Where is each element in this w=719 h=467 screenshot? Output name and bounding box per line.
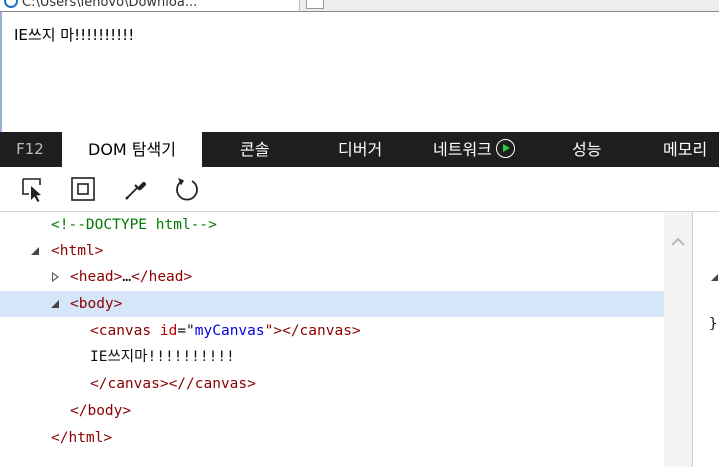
- body-open-tag: <body>: [70, 296, 123, 312]
- tree-node-head[interactable]: <head>…</head>: [0, 264, 664, 290]
- canvas-attr-name: id: [151, 323, 178, 339]
- html-open-tag: <html>: [51, 243, 104, 259]
- tree-node-canvas[interactable]: <canvas id="myCanvas"></canvas>: [0, 318, 664, 344]
- collapsed-arrow-icon[interactable]: [50, 264, 62, 290]
- styles-pane: }: [693, 212, 719, 467]
- stray-close-tags: </canvas><//canvas>: [90, 376, 256, 392]
- tree-node-body[interactable]: <body>: [0, 291, 664, 317]
- tab-debugger[interactable]: 디버거: [338, 132, 382, 167]
- tab-dom-explorer[interactable]: DOM 탐색기: [62, 132, 202, 167]
- eyedropper-icon[interactable]: [122, 175, 150, 203]
- tree-node-body-close[interactable]: </body>: [0, 398, 664, 424]
- expanded-arrow-icon[interactable]: [30, 238, 42, 264]
- doctype-text: <!--DOCTYPE html-->: [51, 217, 217, 233]
- canvas-fallback-text: IE쓰지마!!!!!!!!!!: [90, 349, 235, 365]
- ie-favicon-icon: [4, 0, 18, 8]
- tree-node-html-close[interactable]: </html>: [0, 425, 664, 451]
- html-close-tag: </html>: [51, 430, 113, 446]
- tree-node-doctype[interactable]: <!--DOCTYPE html-->: [0, 212, 664, 238]
- f12-label: F12: [16, 140, 44, 158]
- canvas-close-tag: </canvas>: [282, 323, 361, 339]
- devtools-tab-bar: F12 DOM 탐색기 콘솔 디버거 네트워크 성능 메모리: [0, 132, 719, 167]
- head-ellipsis: …: [122, 269, 132, 285]
- tree-node-text[interactable]: IE쓰지마!!!!!!!!!!: [0, 344, 664, 370]
- canvas-attr-end: ">: [264, 323, 283, 339]
- tree-node-stray-close[interactable]: </canvas><//canvas>: [0, 371, 664, 397]
- page-fallback-text: IE쓰지 마!!!!!!!!!!: [14, 26, 135, 44]
- page-viewport: IE쓰지 마!!!!!!!!!!: [0, 12, 719, 132]
- expanded-arrow-icon[interactable]: [50, 291, 62, 317]
- body-close-tag: </body>: [70, 403, 132, 419]
- select-element-icon[interactable]: [20, 175, 48, 203]
- canvas-node-text: <canvas id="myCanvas"></canvas>: [90, 318, 361, 344]
- head-open-tag: <head>: [70, 269, 123, 285]
- tab-console[interactable]: 콘솔: [240, 132, 269, 167]
- chevron-up-icon[interactable]: [670, 234, 686, 250]
- canvas-open-tag: <canvas: [90, 323, 152, 339]
- canvas-attr-value: myCanvas: [194, 323, 265, 339]
- browser-tab-title: C:\Users\lenovo\Downloa...: [22, 0, 198, 10]
- tab-network[interactable]: 네트워크: [433, 132, 515, 167]
- tree-node-html[interactable]: <html>: [0, 238, 664, 264]
- play-icon: [495, 139, 515, 158]
- refresh-icon[interactable]: [173, 175, 201, 203]
- browser-tab[interactable]: C:\Users\lenovo\Downloa...: [0, 0, 300, 11]
- browser-tab-strip: C:\Users\lenovo\Downloa...: [0, 0, 719, 12]
- browser-window: C:\Users\lenovo\Downloa... IE쓰지 마!!!!!!!…: [0, 0, 719, 467]
- head-close-tag: </head>: [131, 269, 193, 285]
- dom-explorer-toolbar: [0, 167, 719, 212]
- tab-network-label: 네트워크: [433, 140, 492, 159]
- expanded-arrow-icon[interactable]: [711, 274, 718, 281]
- tab-performance[interactable]: 성능: [572, 132, 601, 167]
- dom-tree: <!--DOCTYPE html--> <html> <head>…</head…: [0, 212, 664, 467]
- tab-memory[interactable]: 메모리: [663, 132, 707, 167]
- head-node-text: <head>…</head>: [70, 264, 192, 290]
- rule-close-brace: }: [709, 316, 718, 332]
- highlight-box-icon[interactable]: [69, 175, 97, 203]
- canvas-attr-eq: =": [177, 323, 195, 339]
- tree-scrollbar[interactable]: [664, 212, 692, 467]
- new-tab-button[interactable]: [306, 0, 324, 9]
